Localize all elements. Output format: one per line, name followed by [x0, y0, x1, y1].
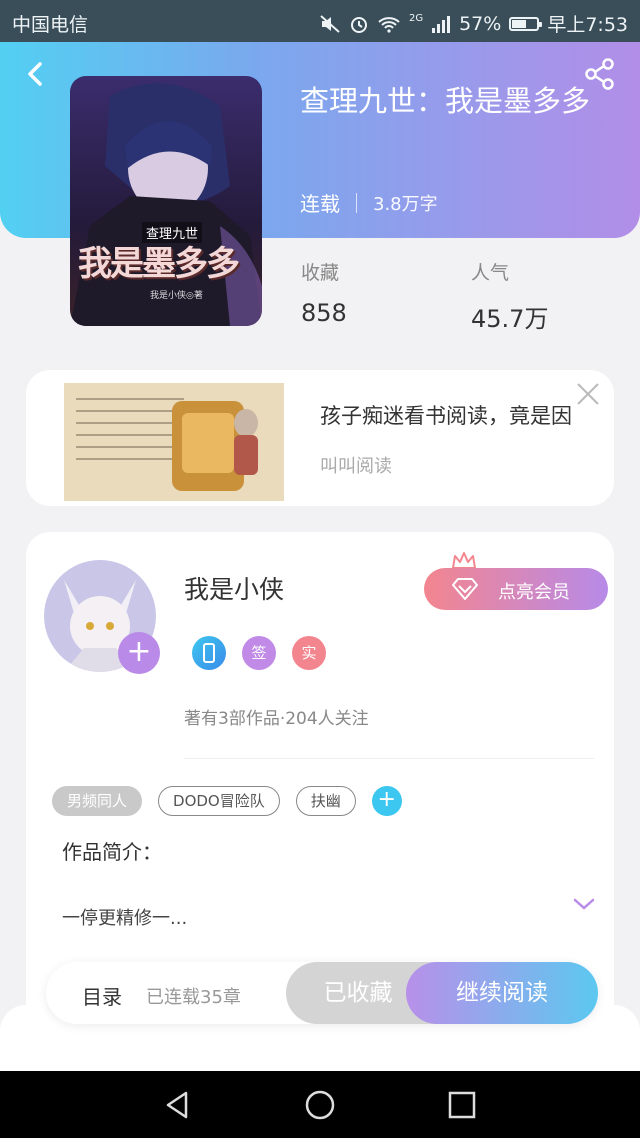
status-icons: 2G 57% 早上7:53	[319, 10, 628, 37]
book-detail-page: 中国电信 2G 57% 早上7:53 查理九世 我是墨多多 我是小侠◎著 查理九…	[0, 0, 640, 1138]
follow-add-button[interactable]: +	[118, 632, 160, 674]
crown-icon	[452, 552, 476, 569]
action-bar: 目录 已连载35章 已收藏 继续阅读	[46, 962, 598, 1024]
stat-favorites: 收藏 858	[301, 258, 347, 327]
ad-source: 叫叫阅读	[320, 456, 392, 477]
chapter-count: 已连载35章	[146, 987, 241, 1008]
vip-button[interactable]: 点亮会员	[424, 568, 608, 610]
continue-reading-button[interactable]: 继续阅读	[406, 962, 598, 1024]
chevron-down-icon[interactable]	[572, 896, 596, 912]
intro-text: 一停更精修一...	[62, 908, 188, 929]
vip-label: 点亮会员	[498, 582, 570, 603]
serial-status: 连载	[300, 192, 340, 216]
ad-card[interactable]: 孩子痴迷看书阅读，竟是因 叫叫阅读	[26, 370, 614, 506]
stat-value: 45.7万	[471, 305, 549, 333]
clock: 早上7:53	[547, 14, 628, 36]
book-cover[interactable]: 查理九世 我是墨多多 我是小侠◎著	[70, 76, 262, 326]
word-count: 3.8万字	[373, 193, 438, 215]
tag-chip[interactable]: 男频同人	[52, 786, 143, 816]
status-bar: 中国电信 2G 57% 早上7:53	[0, 0, 640, 42]
verified-badge: 实	[292, 636, 326, 670]
alarm-icon	[350, 16, 367, 33]
stat-popularity: 人气 45.7万	[471, 258, 548, 334]
nav-home-icon[interactable]	[302, 1087, 338, 1123]
tag-chip[interactable]: 扶幽	[295, 786, 356, 816]
ad-text: 孩子痴迷看书阅读，竟是因	[320, 404, 572, 428]
author-stats: 著有3部作品·204人关注	[184, 709, 369, 729]
nav-back-icon[interactable]	[160, 1087, 196, 1123]
book-meta: 连载 3.8万字	[300, 188, 438, 217]
signal-icon	[432, 15, 451, 33]
signed-badge: 签	[242, 636, 276, 670]
cover-big-title: 我是墨多多	[78, 244, 240, 284]
author-card: + 我是小侠 点亮会员 签 实 著有3部作品·204人关注 男频同人 DODO冒…	[26, 532, 614, 1032]
ad-image	[64, 383, 284, 501]
intro-title: 作品简介：	[62, 840, 162, 864]
battery-icon	[509, 16, 543, 31]
toc-button[interactable]: 目录	[82, 981, 122, 1010]
navigation-bar	[0, 1071, 640, 1138]
meta-divider	[356, 192, 357, 213]
nav-recents-icon[interactable]	[444, 1087, 480, 1123]
stat-value: 858	[301, 299, 347, 327]
diamond-icon	[452, 578, 478, 600]
book-title: 查理九世：我是墨多多	[300, 84, 591, 118]
phone-badge-icon	[192, 636, 226, 670]
stat-label: 人气	[471, 262, 510, 284]
divider	[184, 758, 594, 759]
back-icon[interactable]	[18, 56, 54, 92]
stat-label: 收藏	[301, 262, 340, 284]
wifi-icon	[378, 16, 400, 33]
author-name: 我是小侠	[184, 575, 285, 604]
network-type: 2G	[408, 13, 424, 24]
author-badges: 签 实	[192, 636, 326, 670]
cover-author-mark: 我是小侠◎著	[150, 291, 203, 301]
add-tag-button[interactable]: +	[371, 786, 402, 816]
tag-list: 男频同人 DODO冒险队 扶幽 +	[52, 786, 402, 816]
mute-icon	[320, 14, 340, 33]
carrier-label: 中国电信	[12, 14, 89, 36]
battery-percent: 57%	[459, 12, 502, 35]
tag-chip[interactable]: DODO冒险队	[158, 786, 280, 816]
close-icon[interactable]	[574, 380, 602, 408]
